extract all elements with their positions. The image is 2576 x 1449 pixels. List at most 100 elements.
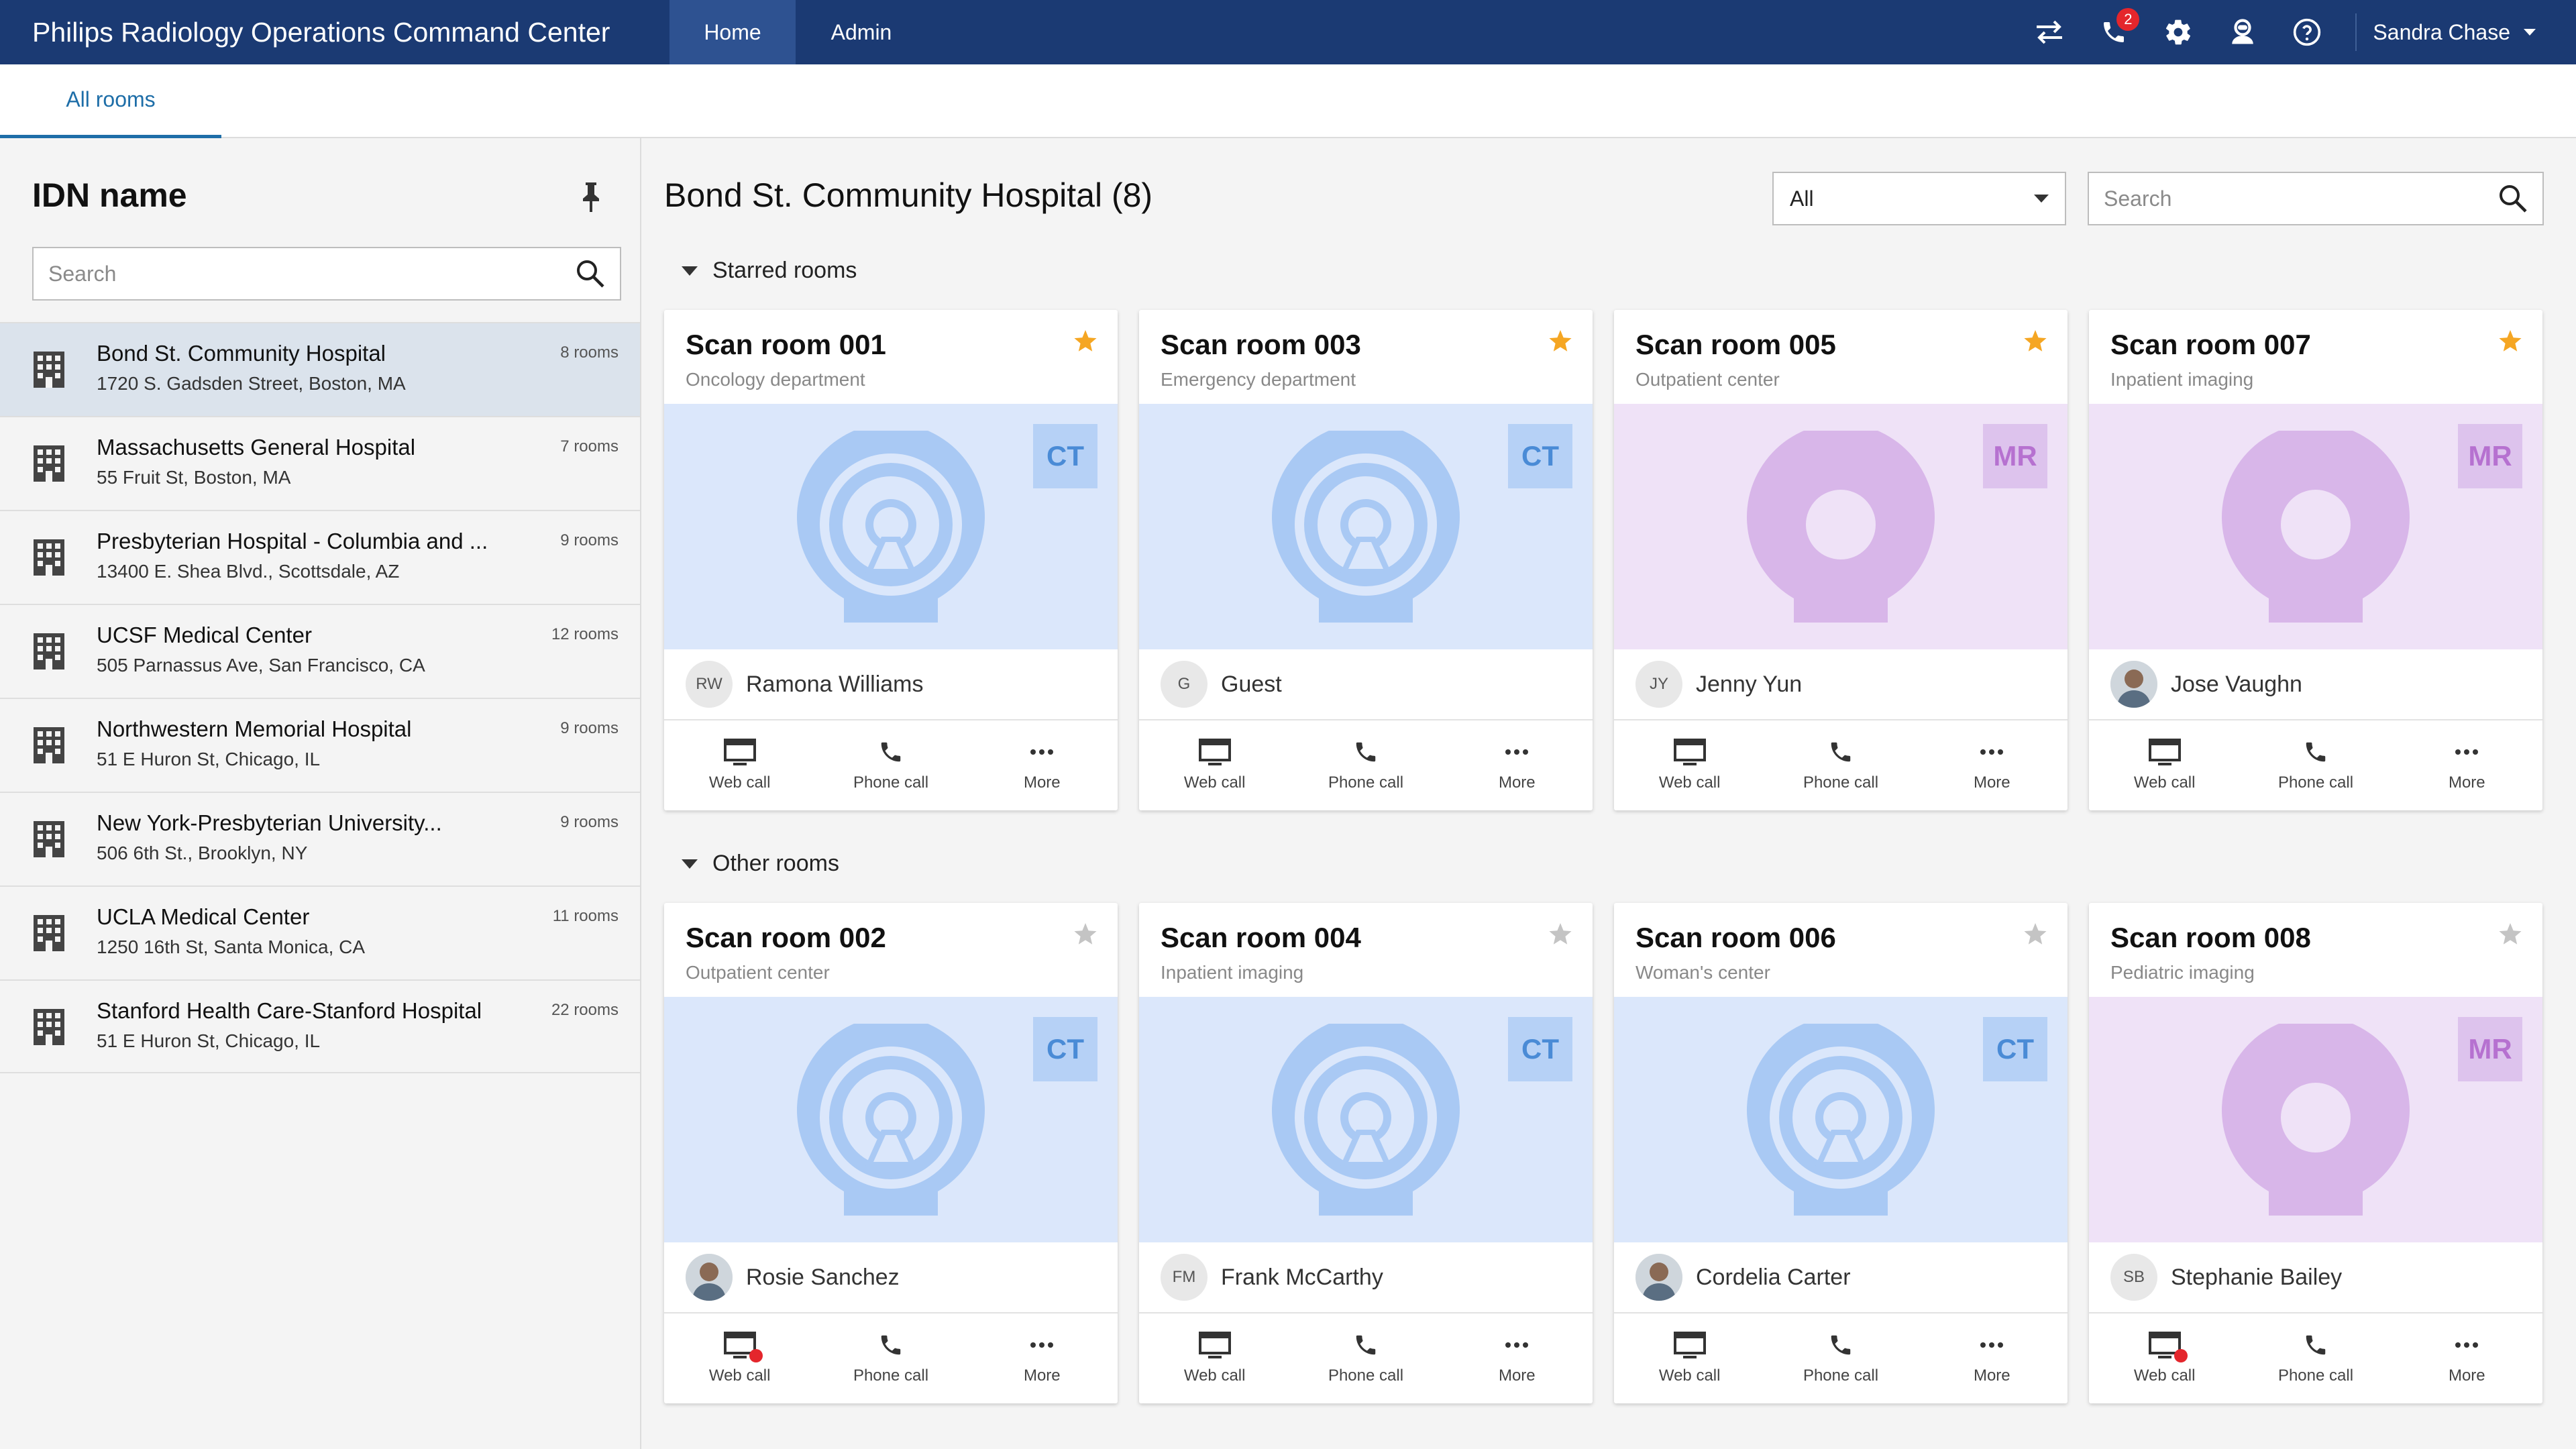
star-icon[interactable]	[1073, 923, 1097, 949]
phone-call-button[interactable]: Phone call	[815, 720, 966, 810]
web-call-button[interactable]: Web call	[1614, 1313, 1765, 1403]
phone-call-button[interactable]: Phone call	[2240, 720, 2391, 810]
phone-call-button[interactable]: Phone call	[2240, 1313, 2391, 1403]
hospital-item[interactable]: Bond St. Community Hospital 1720 S. Gadsd…	[0, 322, 640, 416]
transfer-icon[interactable]	[2017, 0, 2082, 64]
more-button[interactable]: More	[2392, 720, 2542, 810]
room-search-input[interactable]: Search	[2088, 172, 2544, 225]
more-label: More	[1023, 1366, 1061, 1385]
room-title: Scan room 002	[686, 922, 886, 953]
room-department: Pediatric imaging	[2110, 962, 2255, 983]
web-call-button[interactable]: Web call	[664, 720, 815, 810]
hospital-item[interactable]: UCSF Medical Center 505 Parnassus Ave, Sa…	[0, 604, 640, 698]
web-call-button[interactable]: Web call	[1139, 1313, 1290, 1403]
room-card[interactable]: Scan room 008 Pediatric imaging MR SB Stepha…	[2089, 903, 2542, 1403]
web-call-icon	[1673, 1332, 1706, 1358]
gear-icon[interactable]	[2146, 0, 2210, 64]
more-button[interactable]: More	[1917, 1313, 2068, 1403]
sidebar-search-input[interactable]: Search	[32, 247, 621, 301]
ct-scanner-icon	[1747, 1016, 1935, 1219]
phone-call-button[interactable]: Phone call	[1290, 1313, 1441, 1403]
tab-all-rooms[interactable]: All rooms	[0, 64, 221, 138]
phone-call-button[interactable]: Phone call	[1290, 720, 1441, 810]
phone-icon	[2303, 739, 2328, 765]
hospital-item[interactable]: New York-Presbyterian University... 506 6…	[0, 792, 640, 885]
nav-admin[interactable]: Admin	[796, 0, 927, 64]
avatar-initials: G	[1177, 675, 1191, 693]
more-button[interactable]: More	[1442, 1313, 1593, 1403]
web-call-button[interactable]: Web call	[2089, 1313, 2240, 1403]
search-icon[interactable]	[576, 259, 605, 288]
modality-badge: MR	[1983, 424, 2047, 488]
phone-icon	[1828, 739, 1854, 765]
hospital-item[interactable]: Massachusetts General Hospital 55 Fruit S…	[0, 416, 640, 510]
phone-call-button[interactable]: Phone call	[1765, 720, 1916, 810]
room-department: Inpatient imaging	[2110, 369, 2254, 390]
room-card[interactable]: Scan room 005 Outpatient center MR JY Jenny …	[1614, 310, 2068, 810]
hospital-item[interactable]: Stanford Health Care-Stanford Hospital 51…	[0, 979, 640, 1073]
room-actions: Web call Phone call More	[1614, 1313, 2068, 1403]
starred-rooms-toggle[interactable]: Starred rooms	[682, 258, 857, 284]
star-icon[interactable]	[2498, 330, 2522, 356]
hospital-item[interactable]: Presbyterian Hospital - Columbia and ...…	[0, 510, 640, 604]
room-card[interactable]: Scan room 006 Woman's center CT Cordelia Ca…	[1614, 903, 2068, 1403]
user-name: Sandra Chase	[2373, 19, 2510, 44]
building-icon	[34, 633, 64, 673]
mr-scanner-icon	[2222, 1016, 2410, 1219]
web-call-label: Web call	[2133, 1366, 2196, 1385]
room-card[interactable]: Scan room 002 Outpatient center CT Rosie Sa…	[664, 903, 1118, 1403]
agent-icon[interactable]	[2210, 0, 2275, 64]
pin-icon[interactable]	[581, 181, 601, 217]
search-icon[interactable]	[2498, 184, 2528, 213]
web-call-button[interactable]: Web call	[1614, 720, 1765, 810]
phone-icon[interactable]: 2	[2082, 0, 2146, 64]
room-card[interactable]: Scan room 001 Oncology department CT RW Ramo…	[664, 310, 1118, 810]
star-icon[interactable]	[2023, 923, 2047, 949]
web-call-button[interactable]: Web call	[2089, 720, 2240, 810]
star-icon[interactable]	[1548, 330, 1572, 356]
web-call-label: Web call	[1658, 1366, 1721, 1385]
web-call-label: Web call	[2133, 773, 2196, 792]
starred-rooms-heading: Starred rooms	[712, 258, 857, 283]
mr-scanner-icon	[1747, 423, 1935, 626]
hospital-room-count: 9 rooms	[560, 531, 619, 549]
star-icon[interactable]	[2023, 330, 2047, 356]
help-icon[interactable]	[2275, 0, 2339, 64]
room-title: Scan room 005	[1635, 329, 1836, 360]
star-icon[interactable]	[1548, 923, 1572, 949]
caret-down-icon	[682, 859, 698, 869]
star-icon[interactable]	[2498, 923, 2522, 949]
more-button[interactable]: More	[967, 720, 1118, 810]
other-rooms-toggle[interactable]: Other rooms	[682, 851, 839, 877]
room-department: Inpatient imaging	[1161, 962, 1304, 983]
phone-call-button[interactable]: Phone call	[1765, 1313, 1916, 1403]
room-card[interactable]: Scan room 004 Inpatient imaging CT FM Frank …	[1139, 903, 1593, 1403]
hospital-name: UCLA Medical Center	[97, 904, 310, 929]
phone-icon	[2303, 1332, 2328, 1358]
user-menu[interactable]: Sandra Chase	[2373, 20, 2576, 45]
star-icon[interactable]	[1073, 330, 1097, 356]
more-button[interactable]: More	[2392, 1313, 2542, 1403]
hospital-address: 506 6th St., Brooklyn, NY	[97, 843, 308, 863]
more-button[interactable]: More	[967, 1313, 1118, 1403]
web-call-button[interactable]: Web call	[664, 1313, 815, 1403]
room-department: Outpatient center	[686, 962, 830, 983]
room-card[interactable]: Scan room 007 Inpatient imaging MR Jose Vau…	[2089, 310, 2542, 810]
phone-call-button[interactable]: Phone call	[815, 1313, 966, 1403]
hospital-room-count: 11 rooms	[552, 907, 619, 925]
tab-row: All rooms	[0, 64, 2576, 138]
modality-filter-select[interactable]: All	[1772, 172, 2066, 225]
hospital-item[interactable]: Northwestern Memorial Hospital 51 E Huron…	[0, 698, 640, 792]
scanner-image: CT	[1139, 997, 1593, 1242]
building-icon	[34, 445, 64, 485]
room-title: Scan room 006	[1635, 922, 1836, 953]
room-card[interactable]: Scan room 003 Emergency department CT G Gues…	[1139, 310, 1593, 810]
room-title: Scan room 001	[686, 329, 886, 360]
web-call-button[interactable]: Web call	[1139, 720, 1290, 810]
more-button[interactable]: More	[1442, 720, 1593, 810]
hospital-item[interactable]: UCLA Medical Center 1250 16th St, Santa M…	[0, 885, 640, 979]
nav-home[interactable]: Home	[669, 0, 796, 64]
more-button[interactable]: More	[1917, 720, 2068, 810]
alert-dot	[2174, 1349, 2188, 1362]
phone-icon	[1353, 739, 1379, 765]
